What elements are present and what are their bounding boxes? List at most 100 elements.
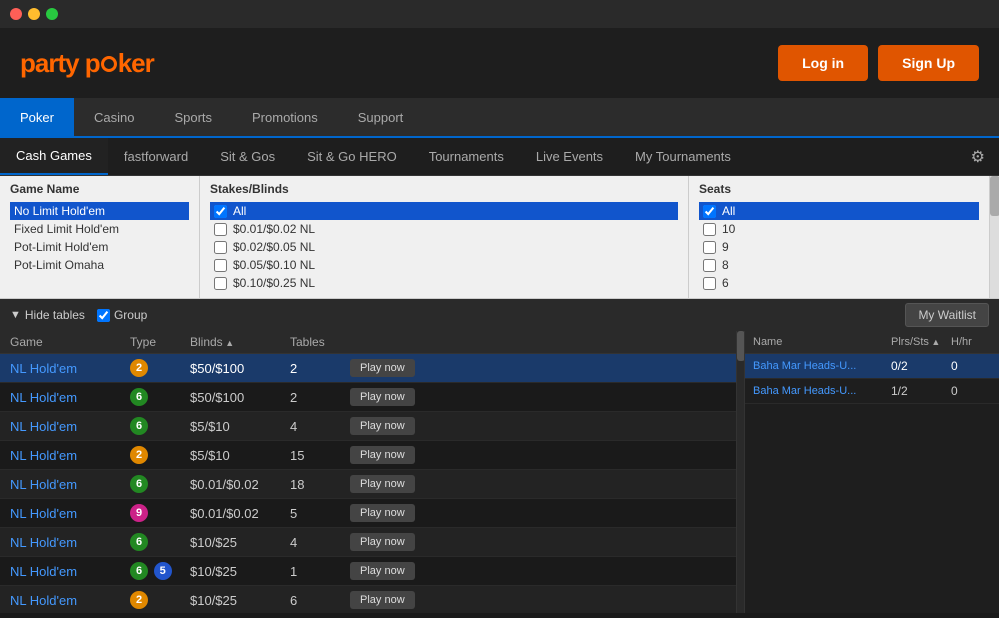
row-tables: 5 [290, 506, 350, 521]
sub-tab-cash-games[interactable]: Cash Games [0, 138, 108, 175]
sub-tab-my-tournaments[interactable]: My Tournaments [619, 138, 747, 175]
row-action[interactable]: Play now [350, 504, 726, 522]
filter-game-col: Game Name No Limit Hold'em Fixed Limit H… [0, 176, 200, 298]
col-blinds[interactable]: Blinds [190, 335, 290, 349]
play-button[interactable]: Play now [350, 504, 415, 522]
filter-game-nolimit[interactable]: No Limit Hold'em [10, 202, 189, 220]
table-row[interactable]: NL Hold'em 2 $50/$100 2 Play now [0, 354, 736, 383]
row-action[interactable]: Play now [350, 446, 726, 464]
header-buttons: Log in Sign Up [778, 45, 979, 81]
filter-seats-8[interactable]: 8 [699, 256, 979, 274]
title-bar [0, 0, 999, 28]
filter-stakes-all[interactable]: All [210, 202, 678, 220]
filter-stakes-002[interactable]: $0.02/$0.05 NL [210, 238, 678, 256]
hide-tables-control[interactable]: ▼ Hide tables [10, 308, 85, 322]
table-header-row: Game Type Blinds Tables [0, 331, 736, 354]
right-panel-row[interactable]: Baha Mar Heads-U... 1/2 0 [745, 379, 999, 404]
play-button[interactable]: Play now [350, 591, 415, 609]
seats-10-checkbox[interactable] [703, 223, 716, 236]
table-row[interactable]: NL Hold'em 6 $0.01/$0.02 18 Play now [0, 470, 736, 499]
table-row[interactable]: NL Hold'em 9 $0.01/$0.02 5 Play now [0, 499, 736, 528]
stakes-010-label: $0.10/$0.25 NL [233, 276, 315, 290]
filter-stakes-001[interactable]: $0.01/$0.02 NL [210, 220, 678, 238]
nav-tab-casino[interactable]: Casino [74, 98, 154, 136]
filter-seats-6[interactable]: 6 [699, 274, 979, 292]
logo-circle-icon [101, 56, 117, 72]
waitlist-button[interactable]: My Waitlist [905, 303, 989, 327]
table-row[interactable]: NL Hold'em 6 $50/$100 2 Play now [0, 383, 736, 412]
play-button[interactable]: Play now [350, 417, 415, 435]
table-row[interactable]: NL Hold'em 6 5 $10/$25 1 Play now [0, 557, 736, 586]
table-row[interactable]: NL Hold'em 2 $10/$25 6 Play now [0, 586, 736, 613]
maximize-btn[interactable] [46, 8, 58, 20]
table-row[interactable]: NL Hold'em 2 $5/$10 15 Play now [0, 441, 736, 470]
main-area: Game Type Blinds Tables NL Hold'em 2 $50… [0, 331, 999, 613]
stakes-001-checkbox[interactable] [214, 223, 227, 236]
sub-tab-sit-go-hero[interactable]: Sit & Go HERO [291, 138, 413, 175]
play-button[interactable]: Play now [350, 359, 415, 377]
nav-tab-poker[interactable]: Poker [0, 98, 74, 136]
nav-tab-sports[interactable]: Sports [154, 98, 232, 136]
row-action[interactable]: Play now [350, 591, 726, 609]
minimize-btn[interactable] [28, 8, 40, 20]
game-table[interactable]: Game Type Blinds Tables NL Hold'em 2 $50… [0, 331, 736, 613]
table-row[interactable]: NL Hold'em 6 $10/$25 4 Play now [0, 528, 736, 557]
filter-stakes-005[interactable]: $0.05/$0.10 NL [210, 256, 678, 274]
stakes-all-label: All [233, 204, 246, 218]
stakes-002-label: $0.02/$0.05 NL [233, 240, 315, 254]
seats-8-checkbox[interactable] [703, 259, 716, 272]
play-button[interactable]: Play now [350, 388, 415, 406]
row-action[interactable]: Play now [350, 533, 726, 551]
filter-seats-9[interactable]: 9 [699, 238, 979, 256]
seats-9-checkbox[interactable] [703, 241, 716, 254]
filter-game-potlimit[interactable]: Pot-Limit Hold'em [10, 238, 189, 256]
filter-stakes-010[interactable]: $0.10/$0.25 NL [210, 274, 678, 292]
row-tables: 6 [290, 593, 350, 608]
stakes-all-checkbox[interactable] [214, 205, 227, 218]
game-label-nolimit: No Limit Hold'em [14, 204, 105, 218]
row-game: NL Hold'em [10, 506, 130, 521]
stakes-010-checkbox[interactable] [214, 277, 227, 290]
row-action[interactable]: Play now [350, 417, 726, 435]
filter-seats-all[interactable]: All [699, 202, 979, 220]
stakes-001-label: $0.01/$0.02 NL [233, 222, 315, 236]
filter-seats-header: Seats [699, 182, 979, 196]
seats-6-checkbox[interactable] [703, 277, 716, 290]
stakes-002-checkbox[interactable] [214, 241, 227, 254]
filter-game-omaha[interactable]: Pot-Limit Omaha [10, 256, 189, 274]
signup-button[interactable]: Sign Up [878, 45, 979, 81]
filter-stakes-col: Stakes/Blinds All $0.01/$0.02 NL $0.02/$… [200, 176, 689, 298]
close-btn[interactable] [10, 8, 22, 20]
row-tables: 2 [290, 390, 350, 405]
group-control[interactable]: Group [97, 308, 147, 322]
row-action[interactable]: Play now [350, 562, 726, 580]
sub-tab-fastforward[interactable]: fastforward [108, 138, 204, 175]
stakes-005-label: $0.05/$0.10 NL [233, 258, 315, 272]
right-panel-row[interactable]: Baha Mar Heads-U... 0/2 0 [745, 354, 999, 379]
nav-tab-promotions[interactable]: Promotions [232, 98, 338, 136]
sub-tab-live-events[interactable]: Live Events [520, 138, 619, 175]
row-action[interactable]: Play now [350, 475, 726, 493]
row-blinds: $5/$10 [190, 419, 290, 434]
filter-game-fixedlimit[interactable]: Fixed Limit Hold'em [10, 220, 189, 238]
row-type: 6 5 [130, 562, 190, 580]
play-button[interactable]: Play now [350, 562, 415, 580]
main-scrollbar[interactable] [736, 331, 744, 613]
play-button[interactable]: Play now [350, 475, 415, 493]
filter-scrollbar[interactable] [989, 176, 999, 298]
play-button[interactable]: Play now [350, 446, 415, 464]
filter-seats-10[interactable]: 10 [699, 220, 979, 238]
row-action[interactable]: Play now [350, 388, 726, 406]
table-row[interactable]: NL Hold'em 6 $5/$10 4 Play now [0, 412, 736, 441]
login-button[interactable]: Log in [778, 45, 868, 81]
stakes-005-checkbox[interactable] [214, 259, 227, 272]
row-action[interactable]: Play now [350, 359, 726, 377]
group-checkbox[interactable] [97, 309, 110, 322]
play-button[interactable]: Play now [350, 533, 415, 551]
sub-tab-tournaments[interactable]: Tournaments [413, 138, 520, 175]
seats-all-checkbox[interactable] [703, 205, 716, 218]
settings-icon[interactable]: ⚙ [957, 147, 999, 167]
sub-tab-sit-gos[interactable]: Sit & Gos [204, 138, 291, 175]
nav-tab-support[interactable]: Support [338, 98, 424, 136]
seats-8-label: 8 [722, 258, 729, 272]
